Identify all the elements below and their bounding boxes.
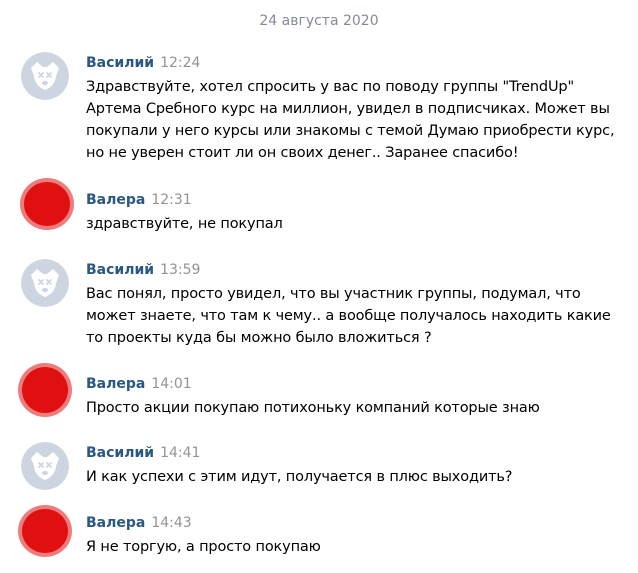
date-divider: 24 августа 2020 (259, 13, 379, 29)
redacted-avatar-icon[interactable] (16, 502, 74, 560)
message-author[interactable]: Валера (86, 192, 145, 208)
message-author[interactable]: Василий (86, 262, 154, 278)
message-time: 14:43 (151, 515, 192, 531)
message-time: 14:01 (151, 376, 192, 392)
redacted-avatar-icon[interactable] (16, 361, 74, 419)
message-text: Вас понял, просто увидел, что вы участни… (86, 286, 611, 346)
message-author[interactable]: Валера (86, 515, 145, 531)
message-author[interactable]: Валера (86, 376, 145, 392)
message-text: Здравствуйте, хотел спросить у вас по по… (86, 79, 615, 161)
message-author[interactable]: Василий (86, 55, 154, 71)
default-dog-avatar-icon[interactable] (21, 52, 69, 100)
message-time: 12:31 (151, 192, 192, 208)
message-time: 12:24 (160, 55, 201, 71)
message-text: Просто акции покупаю потихоньку компаний… (86, 400, 540, 416)
message-time: 13:59 (160, 262, 201, 278)
message-text: И как успехи с этим идут, получается в п… (86, 469, 513, 485)
default-dog-avatar-icon[interactable] (21, 259, 69, 307)
message-text: здравствуйте, не покупал (86, 216, 283, 232)
redacted-avatar-icon[interactable] (18, 175, 76, 233)
message-text: Я не торгую, а просто покупаю (86, 539, 321, 555)
message-author[interactable]: Василий (86, 445, 154, 461)
default-dog-avatar-icon[interactable] (21, 442, 69, 490)
message-time: 14:41 (160, 445, 201, 461)
